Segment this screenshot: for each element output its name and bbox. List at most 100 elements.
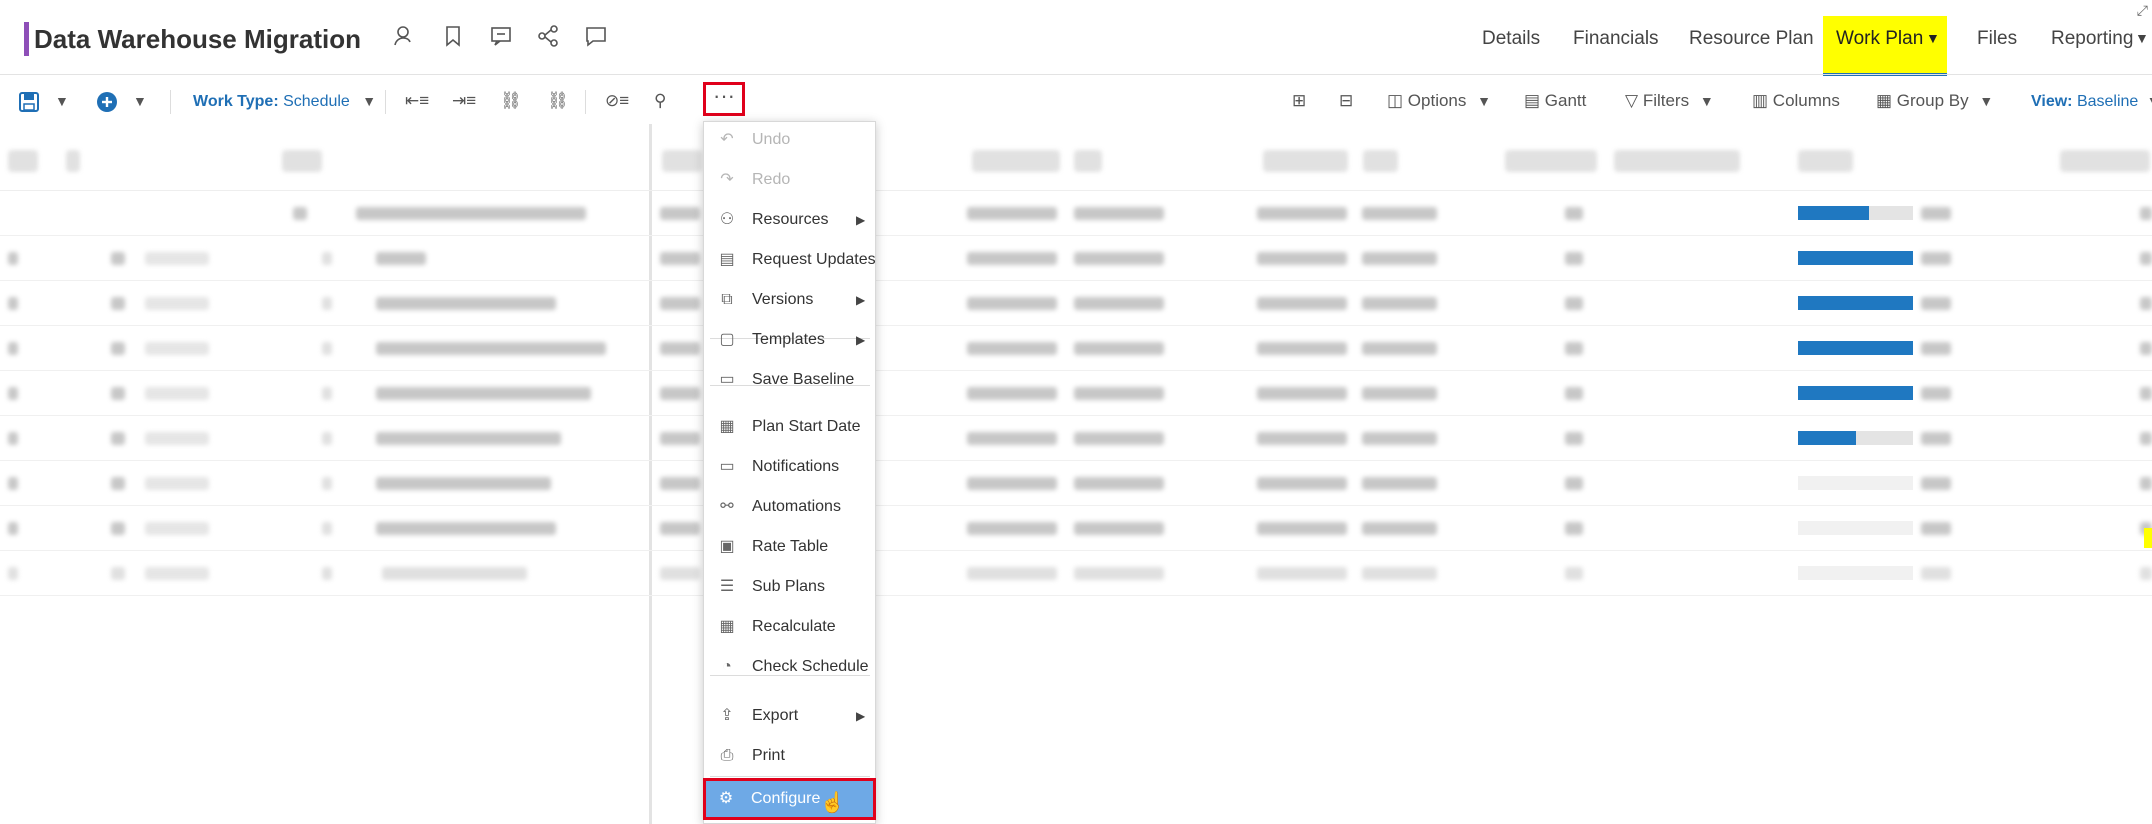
menu-item-recalculate[interactable]: ▦ Recalculate: [704, 608, 875, 646]
column-header[interactable]: [972, 150, 1060, 172]
caret-down-icon[interactable]: ▼: [1926, 30, 1940, 46]
row-id-cell: [8, 297, 18, 310]
options-button[interactable]: ◫ Options ▼: [1387, 88, 1491, 114]
column-header[interactable]: [1505, 150, 1597, 172]
percent-complete-cell: [1921, 207, 1951, 220]
menu-item-resources[interactable]: ⚇ Resources ▶: [704, 201, 875, 239]
work-type-label: Work Type:: [193, 93, 279, 110]
filter-icon: ▽: [1625, 91, 1639, 110]
column-header[interactable]: [66, 150, 80, 172]
menu-item-check-schedule[interactable]: ◔ Check Schedule: [704, 648, 875, 686]
wand-icon[interactable]: ⚲: [654, 88, 666, 114]
progress-bar-track: [1798, 476, 1913, 490]
bookmark-icon[interactable]: [439, 24, 467, 52]
column-header[interactable]: [1798, 150, 1853, 172]
filters-button[interactable]: ▽ Filters ▼: [1625, 88, 1714, 114]
due-date-cell: [1074, 297, 1164, 310]
print-icon: ⎙: [720, 747, 734, 764]
nav-reporting[interactable]: Reporting: [2051, 28, 2133, 50]
due-date-cell: [1074, 387, 1164, 400]
expand-row-icon: [322, 387, 332, 400]
row-id-cell: [8, 522, 18, 535]
nav-financials[interactable]: Financials: [1573, 28, 1659, 50]
menu-item-undo[interactable]: ↶ Undo: [704, 121, 875, 159]
column-header[interactable]: [1074, 150, 1102, 172]
share-icon[interactable]: [534, 24, 562, 52]
menu-item-request-updates[interactable]: ▤ Request Updates: [704, 241, 875, 279]
menu-item-label: Recalculate: [752, 618, 836, 635]
menu-item-export[interactable]: ⇪ Export ▶: [704, 697, 875, 735]
column-header[interactable]: [2060, 150, 2150, 172]
column-header[interactable]: [662, 150, 702, 172]
menu-item-redo[interactable]: ↷ Redo: [704, 161, 875, 199]
baseline-start-cell: [967, 342, 1057, 355]
collapse-all-icon[interactable]: ⊟: [1339, 88, 1353, 114]
caret-down-icon[interactable]: ▼: [133, 88, 147, 114]
nav-details[interactable]: Details: [1482, 28, 1540, 50]
expand-all-icon[interactable]: ⊞: [1292, 88, 1306, 114]
caret-down-icon[interactable]: ▼: [55, 88, 69, 114]
group-by-icon: ▦: [1876, 91, 1893, 110]
menu-item-sub-plans[interactable]: ☰ Sub Plans: [704, 568, 875, 606]
row-action-icons: [145, 522, 209, 535]
baseline-effort-cell: [1565, 387, 1583, 400]
caret-down-icon[interactable]: ▼: [2135, 30, 2149, 46]
unlink-icon[interactable]: ⛓: [547, 88, 569, 114]
column-header[interactable]: [1263, 150, 1348, 172]
work-type-selector[interactable]: Work Type: Schedule ▼: [193, 88, 376, 114]
submenu-arrow-icon: ▶: [856, 709, 866, 723]
redo-icon: ↷: [720, 171, 734, 188]
view-selector[interactable]: View: Baseline ▼: [2031, 88, 2152, 114]
effort-cell: [1362, 567, 1437, 580]
menu-item-save-baseline[interactable]: ▭ Save Baseline: [704, 361, 875, 399]
percent-complete-cell: [1921, 252, 1951, 265]
grid-splitter[interactable]: [649, 124, 652, 824]
column-header[interactable]: [8, 150, 38, 172]
expand-icon[interactable]: ⤢: [2137, 2, 2148, 19]
link-icon[interactable]: ⛓: [500, 88, 522, 114]
grid-header-divider: [0, 190, 2152, 191]
due-date-cell: [1074, 477, 1164, 490]
row-action-icons: [145, 567, 209, 580]
menu-item-versions[interactable]: ⧉ Versions ▶: [704, 281, 875, 319]
nav-work-plan[interactable]: Work Plan ▼: [1823, 16, 1947, 76]
title-accent-bar: [24, 22, 29, 56]
baseline-due-cell: [1257, 387, 1347, 400]
baseline-due-cell: [1257, 207, 1347, 220]
outdent-icon[interactable]: ⇤≡: [405, 88, 429, 114]
menu-item-automations[interactable]: ⚯ Automations: [704, 488, 875, 526]
more-actions-button[interactable]: ···: [703, 82, 745, 116]
column-header[interactable]: [1363, 150, 1398, 172]
gantt-button[interactable]: ▤ Gantt: [1524, 88, 1586, 114]
baseline-due-cell: [1257, 297, 1347, 310]
row-divider: [0, 415, 2152, 416]
add-icon[interactable]: [96, 88, 118, 114]
menu-item-configure[interactable]: ⚙ Configure: [703, 778, 876, 820]
duration-cell: [660, 432, 700, 445]
nav-files[interactable]: Files: [1977, 28, 2017, 50]
task-status-icon[interactable]: ⊘≡: [605, 88, 629, 114]
menu-item-print[interactable]: ⎙ Print: [704, 737, 875, 775]
group-by-button[interactable]: ▦ Group By ▼: [1876, 88, 1993, 114]
menu-item-templates[interactable]: ▢ Templates ▶: [704, 321, 875, 359]
column-header[interactable]: [282, 150, 322, 172]
save-icon[interactable]: [18, 88, 40, 114]
menu-item-plan-start-date[interactable]: ▦ Plan Start Date: [704, 408, 875, 446]
menu-item-notifications[interactable]: ▭ Notifications: [704, 448, 875, 486]
percent-complete-cell: [1921, 297, 1951, 310]
progress-bar-fill: [1798, 206, 1869, 220]
columns-button[interactable]: ▥ Columns: [1752, 88, 1840, 114]
column-header[interactable]: [1614, 150, 1740, 172]
menu-item-label: Resources: [752, 211, 829, 228]
chat-icon[interactable]: [582, 24, 610, 52]
trailing-cell: [2140, 252, 2152, 265]
user-icon[interactable]: [390, 24, 418, 52]
percent-complete-cell: [1921, 387, 1951, 400]
row-indicator-icon: [111, 297, 125, 310]
menu-item-rate-table[interactable]: ▣ Rate Table: [704, 528, 875, 566]
submenu-arrow-icon: ▶: [856, 293, 866, 307]
indent-icon[interactable]: ⇥≡: [452, 88, 476, 114]
comment-icon[interactable]: [487, 24, 515, 52]
nav-resource-plan[interactable]: Resource Plan: [1689, 28, 1814, 50]
duration-cell: [660, 387, 700, 400]
